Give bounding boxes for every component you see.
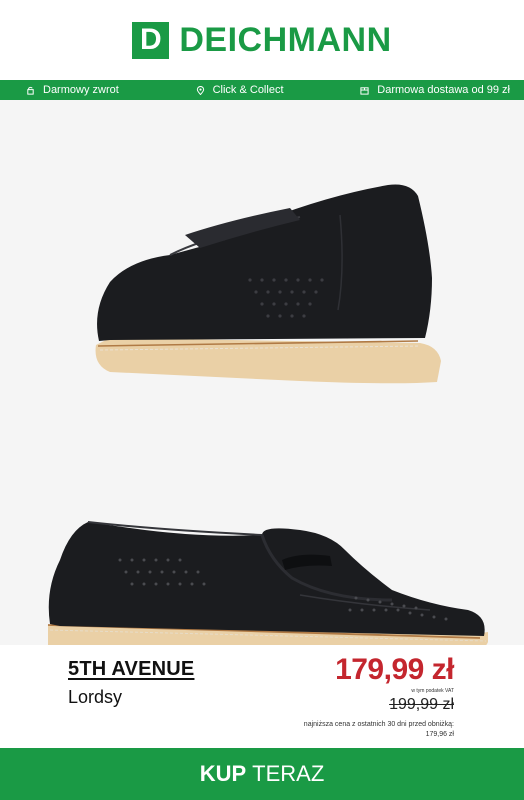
product-info: 5TH AVENUE Lordsy 179,99 zł w tym podate… xyxy=(0,645,524,748)
benefit-label: Darmowy zwrot xyxy=(43,84,119,96)
benefit-free-delivery: Darmowa dostawa od 99 zł xyxy=(360,84,510,96)
benefit-click-collect: Click & Collect xyxy=(196,84,284,96)
product-brand[interactable]: 5TH AVENUE xyxy=(68,658,194,681)
benefit-label: Click & Collect xyxy=(212,84,284,96)
lowest-price-value: 179,96 zł xyxy=(425,731,454,738)
product-image-area xyxy=(0,100,524,645)
logo-mark: D xyxy=(132,21,170,59)
deichmann-logo[interactable]: D DEICHMANN xyxy=(132,21,391,60)
shoe-image-back xyxy=(95,184,442,384)
lowest-price-note: najniższa cena z ostatnich 30 dni przed … xyxy=(304,720,454,740)
old-price: 199,99 zł xyxy=(389,696,454,713)
product-name: Lordsy xyxy=(68,687,123,707)
buy-now-label-bold: KUP xyxy=(199,761,247,786)
header: D DEICHMANN xyxy=(0,0,524,80)
shoe-image-side xyxy=(47,521,488,645)
benefit-label: Darmowa dostawa od 99 zł xyxy=(377,84,510,96)
vat-note: w tym podatek VAT xyxy=(411,688,454,694)
benefits-bar: Darmowy zwrot Click & Collect Darmowa do… xyxy=(0,80,524,100)
box-icon xyxy=(360,86,369,95)
benefit-free-return: Darmowy zwrot xyxy=(26,84,119,96)
logo-letter: D xyxy=(140,23,162,56)
logo-text: DEICHMANN xyxy=(179,20,392,59)
pin-icon xyxy=(196,85,205,95)
current-price: 179,99 zł xyxy=(335,653,454,686)
buy-now-label-rest: TERAZ xyxy=(252,761,325,786)
lowest-price-label: najniższa cena z ostatnich 30 dni przed … xyxy=(303,721,454,728)
buy-now-button[interactable]: KUP TERAZ xyxy=(0,748,524,800)
return-icon xyxy=(26,86,35,95)
